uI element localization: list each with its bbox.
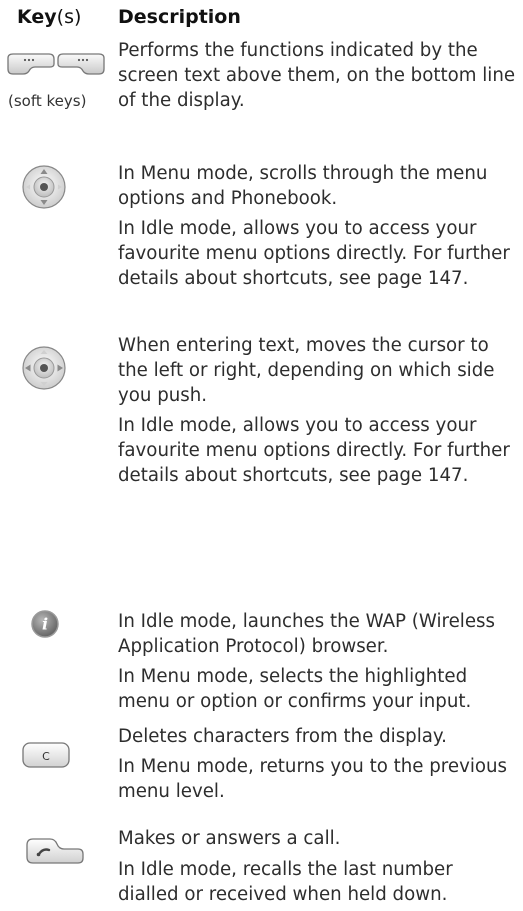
clear-key-label: C bbox=[42, 750, 50, 763]
key-header-suffix: (s) bbox=[56, 6, 82, 28]
description-column-header: Description bbox=[118, 6, 241, 28]
row-6-description-1: Makes or answers a call. bbox=[118, 828, 341, 849]
svg-text:i: i bbox=[42, 615, 48, 634]
wap-info-key-icon: i bbox=[30, 609, 60, 639]
key-column-header: Key(s) bbox=[17, 6, 81, 28]
row-5-description-1: Deletes characters from the display. bbox=[118, 726, 447, 747]
row-3-description-2: In Idle mode, allows you to access your … bbox=[118, 415, 510, 486]
row-4-description-1: In Idle mode, launches the WAP (Wireless… bbox=[118, 611, 495, 657]
row-2-description-1: In Menu mode, scrolls through the menu o… bbox=[118, 163, 488, 209]
row-4-description-2: In Menu mode, selects the highlighted me… bbox=[118, 666, 472, 712]
send-call-key-icon bbox=[24, 836, 86, 866]
clear-key-icon: C bbox=[20, 739, 72, 771]
row-5-description-2: In Menu mode, returns you to the previou… bbox=[118, 756, 508, 802]
row-2-description-2: In Idle mode, allows you to access your … bbox=[118, 218, 510, 289]
soft-keys-icon bbox=[5, 50, 107, 76]
row-3-description-1: When entering text, moves the cursor to … bbox=[118, 335, 495, 406]
soft-keys-caption: (soft keys) bbox=[8, 92, 87, 110]
navigation-key-left-right-icon bbox=[21, 345, 67, 391]
row-6-description-2: In Idle mode, recalls the last number di… bbox=[118, 859, 453, 905]
navigation-key-up-down-icon bbox=[21, 164, 67, 210]
key-header-word: Key bbox=[17, 6, 57, 28]
row-1-description-1: Performs the functions indicated by the … bbox=[118, 40, 516, 111]
